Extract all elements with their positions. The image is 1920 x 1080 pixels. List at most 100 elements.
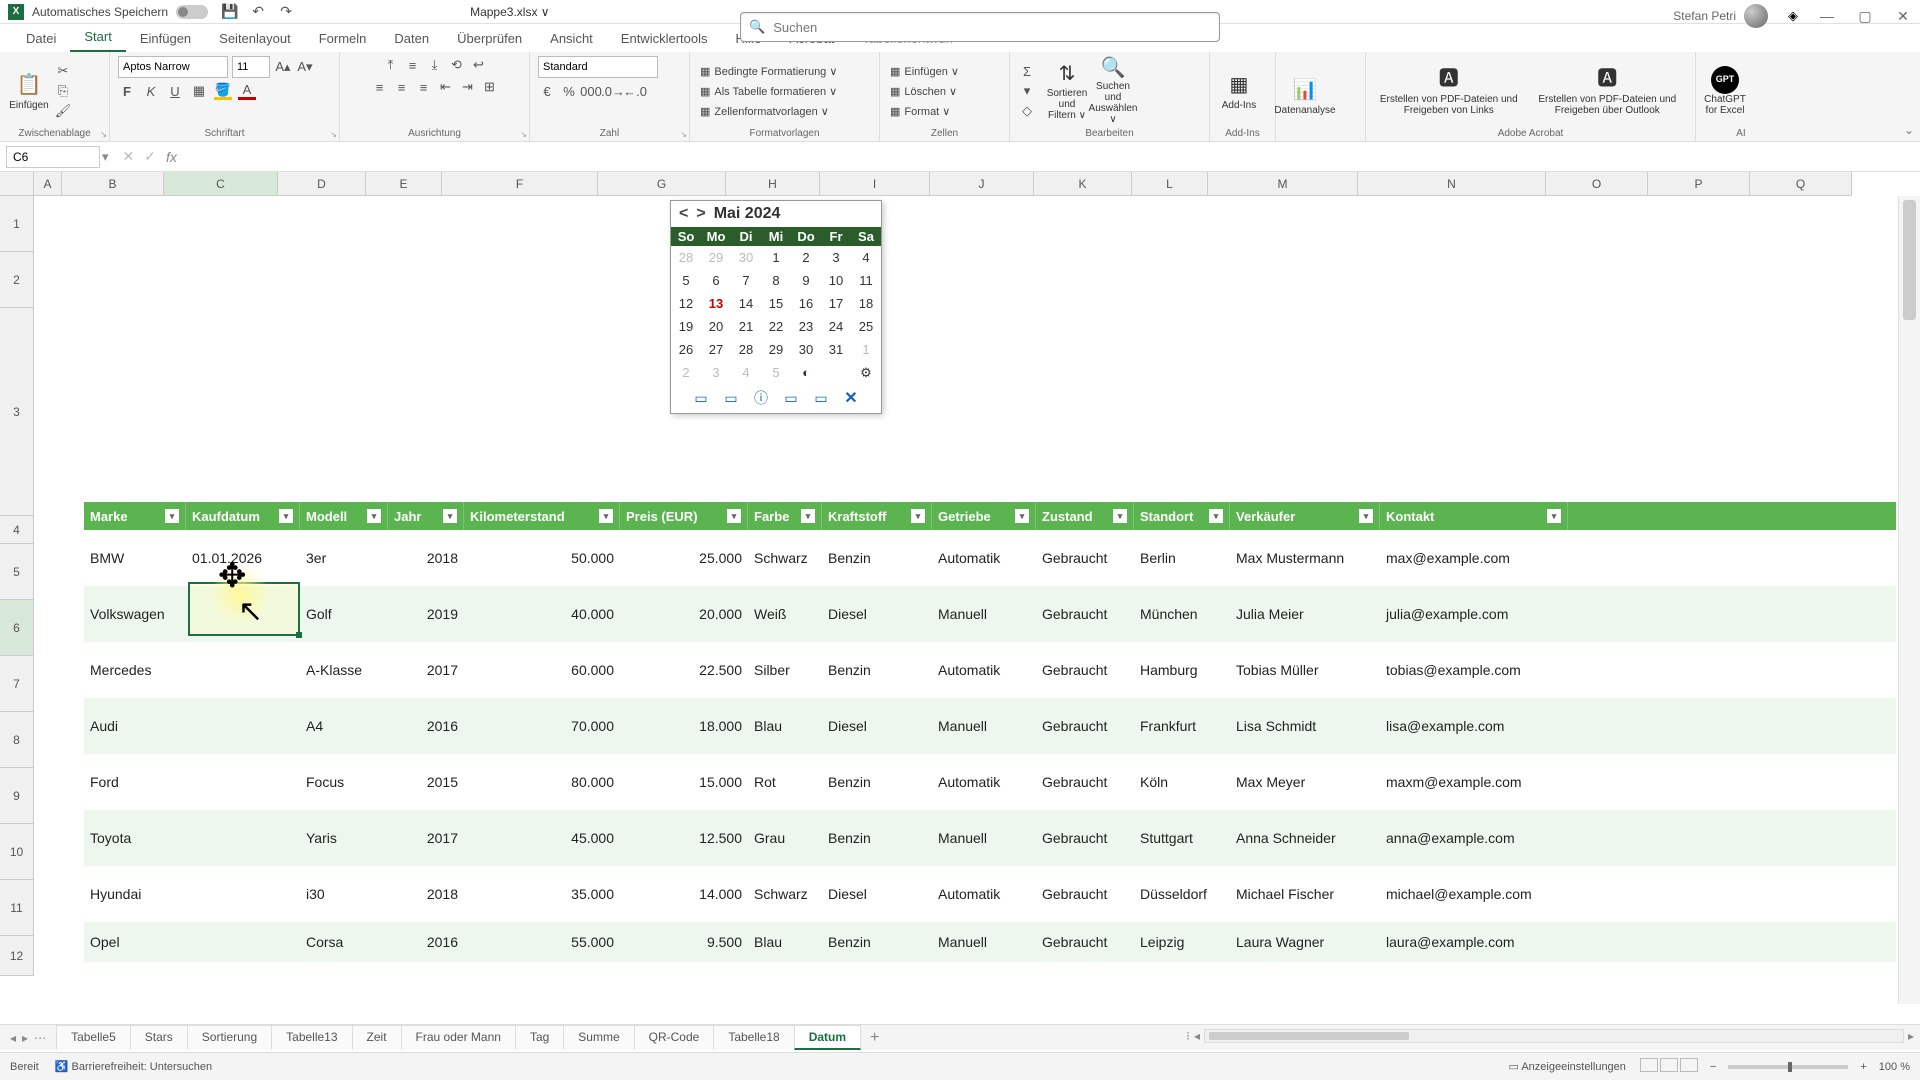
name-box[interactable]: C6 <box>6 146 100 168</box>
col-header[interactable]: A <box>34 172 62 196</box>
row-header[interactable]: 3 <box>0 308 34 516</box>
table-cell[interactable]: Schwarz <box>748 886 822 902</box>
table-cell[interactable]: Automatik <box>932 774 1036 790</box>
calendar-day[interactable]: ⚙ <box>851 361 881 385</box>
table-cell[interactable]: i30 <box>300 886 388 902</box>
diamond-icon[interactable]: ◈ <box>1788 8 1798 24</box>
calendar-day[interactable]: 5 <box>761 361 791 385</box>
table-cell[interactable]: Max Mustermann <box>1230 550 1380 566</box>
table-cell[interactable]: Tobias Müller <box>1230 662 1380 678</box>
calendar-action-icon[interactable]: ▭ <box>721 389 741 407</box>
horizontal-scrollbar[interactable]: ⁝◂▸ <box>1186 1029 1914 1043</box>
align-right-icon[interactable]: ≡ <box>415 78 433 96</box>
col-header[interactable]: G <box>598 172 726 196</box>
table-cell[interactable]: 60.000 <box>464 662 620 678</box>
table-cell[interactable]: Anna Schneider <box>1230 830 1380 846</box>
calendar-day[interactable]: 11 <box>851 269 881 292</box>
table-cell[interactable]: Automatik <box>932 662 1036 678</box>
col-header[interactable]: F <box>442 172 598 196</box>
sheet-tab[interactable]: QR-Code <box>634 1025 715 1050</box>
col-header[interactable]: I <box>820 172 930 196</box>
table-cell[interactable]: 45.000 <box>464 830 620 846</box>
calendar-day[interactable]: 29 <box>701 246 731 269</box>
undo-icon[interactable]: ↶ <box>248 2 268 22</box>
calendar-day[interactable]: 8 <box>761 269 791 292</box>
col-header[interactable]: H <box>726 172 820 196</box>
filter-icon[interactable]: ▾ <box>1359 509 1373 523</box>
increase-indent-icon[interactable]: ⇥ <box>459 78 477 96</box>
dialog-launcher-icon[interactable]: ↘ <box>520 130 527 139</box>
calendar-day[interactable]: 29 <box>761 338 791 361</box>
table-cell[interactable]: Automatik <box>932 886 1036 902</box>
delete-cells-button[interactable]: ▦ Löschen ∨ <box>888 82 961 100</box>
table-cell[interactable]: Gebraucht <box>1036 830 1134 846</box>
calendar-day[interactable]: 24 <box>821 315 851 338</box>
zoom-slider[interactable] <box>1728 1065 1848 1069</box>
date-picker[interactable]: < > Mai 2024 SoMoDiMiDoFrSa 282930123456… <box>670 200 882 414</box>
spreadsheet-grid[interactable]: ABCDEFGHIJKLMNOPQ 123456789101112 < > Ma… <box>0 172 1920 1004</box>
zoom-in-icon[interactable]: + <box>1860 1061 1866 1073</box>
calendar-day[interactable]: 16 <box>791 292 821 315</box>
table-cell[interactable]: 2016 <box>388 718 464 734</box>
calendar-day[interactable]: 1 <box>851 338 881 361</box>
calendar-action-icon[interactable]: ⓘ <box>751 389 771 407</box>
table-cell[interactable]: Manuell <box>932 606 1036 622</box>
table-cell[interactable]: 2018 <box>388 550 464 566</box>
table-cell[interactable]: Silber <box>748 662 822 678</box>
table-cell[interactable]: Grau <box>748 830 822 846</box>
table-cell[interactable]: Blau <box>748 934 822 950</box>
align-left-icon[interactable]: ≡ <box>371 78 389 96</box>
table-cell[interactable]: Gebraucht <box>1036 662 1134 678</box>
underline-icon[interactable]: U <box>166 82 184 100</box>
sheet-tab[interactable]: Summe <box>563 1025 634 1050</box>
calendar-day[interactable]: 30 <box>731 246 761 269</box>
table-row[interactable]: OpelCorsa201655.0009.500BlauBenzinManuel… <box>84 922 1896 962</box>
format-as-table-button[interactable]: ▦ Als Tabelle formatieren ∨ <box>698 82 839 100</box>
filter-icon[interactable]: ▾ <box>801 509 815 523</box>
border-icon[interactable]: ▦ <box>190 82 208 100</box>
table-cell[interactable]: Köln <box>1134 774 1230 790</box>
document-name[interactable]: Mappe3.xlsx ∨ <box>470 5 549 19</box>
table-cell[interactable]: Volkswagen <box>84 606 186 622</box>
sheet-tab[interactable]: Datum <box>794 1025 861 1050</box>
format-cells-button[interactable]: ▦ Format ∨ <box>888 102 961 120</box>
collapse-ribbon-icon[interactable]: ⌄ <box>1904 123 1914 137</box>
font-name-select[interactable]: Aptos Narrow <box>118 56 228 78</box>
table-cell[interactable]: tobias@example.com <box>1380 662 1568 678</box>
table-header[interactable]: Kaufdatum▾ <box>186 502 300 530</box>
table-cell[interactable]: Frankfurt <box>1134 718 1230 734</box>
row-header[interactable]: 11 <box>0 880 34 936</box>
table-cell[interactable]: 2016 <box>388 934 464 950</box>
menu-start[interactable]: Start <box>70 23 125 52</box>
display-settings[interactable]: ▭ Anzeigeeinstellungen <box>1508 1060 1625 1073</box>
merge-icon[interactable]: ⊞ <box>481 78 499 96</box>
menu-entwicklertools[interactable]: Entwicklertools <box>607 25 722 52</box>
add-sheet-button[interactable]: + <box>860 1025 889 1051</box>
table-cell[interactable]: Gebraucht <box>1036 886 1134 902</box>
row-header[interactable]: 1 <box>0 196 34 252</box>
table-cell[interactable]: Gebraucht <box>1036 934 1134 950</box>
table-cell[interactable]: lisa@example.com <box>1380 718 1568 734</box>
save-icon[interactable]: 💾 <box>220 2 240 22</box>
table-cell[interactable]: Diesel <box>822 718 932 734</box>
filter-icon[interactable]: ▾ <box>367 509 381 523</box>
calendar-day[interactable]: 14 <box>731 292 761 315</box>
cell-styles-button[interactable]: ▦ Zellenformatvorlagen ∨ <box>698 102 839 120</box>
table-cell[interactable]: Gebraucht <box>1036 774 1134 790</box>
table-cell[interactable]: Max Meyer <box>1230 774 1380 790</box>
cells-area[interactable]: < > Mai 2024 SoMoDiMiDoFrSa 282930123456… <box>34 196 1896 1004</box>
autosum-icon[interactable]: Σ <box>1018 62 1036 80</box>
sheet-tab[interactable]: Sortierung <box>187 1025 272 1050</box>
table-cell[interactable]: Opel <box>84 934 186 950</box>
table-header[interactable]: Standort▾ <box>1134 502 1230 530</box>
calendar-day[interactable]: 26 <box>671 338 701 361</box>
table-cell[interactable]: Toyota <box>84 830 186 846</box>
calendar-day[interactable]: 3 <box>821 246 851 269</box>
number-format-select[interactable]: Standard <box>538 56 658 78</box>
calendar-day[interactable]: 25 <box>851 315 881 338</box>
calendar-day[interactable]: 12 <box>671 292 701 315</box>
dialog-launcher-icon[interactable]: ↘ <box>680 130 687 139</box>
filter-icon[interactable]: ▾ <box>443 509 457 523</box>
dialog-launcher-icon[interactable]: ↘ <box>330 130 337 139</box>
decrease-font-icon[interactable]: A▾ <box>296 58 314 76</box>
